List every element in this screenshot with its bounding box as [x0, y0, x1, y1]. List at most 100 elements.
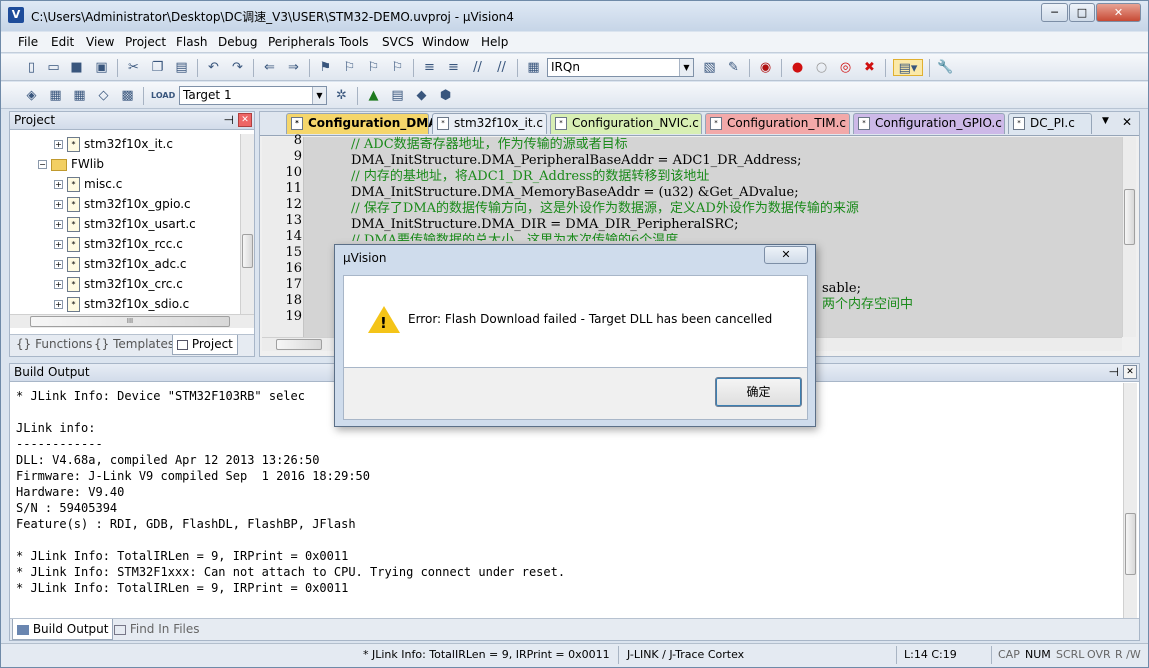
breakpoint-disable-icon[interactable]: ○ [813, 59, 830, 76]
pin-icon[interactable]: ⊣ [1109, 364, 1119, 381]
debug-start-icon[interactable]: ◉ [757, 59, 774, 76]
tab-project[interactable]: Project [172, 335, 238, 355]
menu-window[interactable]: Window [422, 35, 469, 49]
expand-icon[interactable]: + [54, 220, 63, 229]
unindent-icon[interactable]: ≡ [445, 59, 462, 76]
pin-icon[interactable]: ⊣ [224, 112, 234, 129]
menu-view[interactable]: View [86, 35, 114, 49]
bookmark-clear-icon[interactable]: ⚐ [389, 59, 406, 76]
save-all-icon[interactable]: ▣ [93, 59, 110, 76]
redo-icon[interactable]: ↷ [229, 59, 246, 76]
batch-build-icon[interactable]: ◇ [95, 87, 112, 104]
editor-vscrollbar[interactable] [1122, 137, 1136, 337]
ok-button[interactable]: 确定 [715, 377, 802, 407]
panel-close-icon[interactable]: ✕ [1123, 365, 1137, 379]
tree-item[interactable]: + * stm32f10x_it.c [54, 134, 173, 154]
target-options-icon[interactable]: ✲ [333, 87, 350, 104]
scroll-thumb[interactable]: III [30, 316, 230, 327]
pack-installer-icon[interactable]: ◆ [413, 87, 430, 104]
tab-find-in-files[interactable]: Find In Files [110, 619, 204, 640]
tree-item[interactable]: + * stm32f10x_crc.c [54, 274, 183, 294]
menu-peripherals[interactable]: Peripherals [268, 35, 335, 49]
find-in-files-icon[interactable]: ▦ [525, 59, 542, 76]
undo-icon[interactable]: ↶ [205, 59, 222, 76]
tab-functions[interactable]: {} Functions [12, 335, 96, 355]
tab-templates[interactable]: {} Templates [90, 335, 178, 355]
tree-item[interactable]: + * misc.c [54, 174, 122, 194]
dialog-close-button[interactable]: ✕ [764, 246, 808, 264]
panel-close-icon[interactable]: ✕ [238, 113, 252, 127]
expand-icon[interactable]: + [54, 240, 63, 249]
menu-help[interactable]: Help [481, 35, 508, 49]
breakpoint-icon[interactable]: ● [789, 59, 806, 76]
tab-configuration-nvic[interactable]: * Configuration_NVIC.c [550, 113, 702, 134]
bookmark-icon[interactable]: ⚑ [317, 59, 334, 76]
manage-rte-icon[interactable]: ⬢ [437, 87, 454, 104]
collapse-icon[interactable]: − [38, 160, 47, 169]
open-folder-icon[interactable]: ▭ [45, 59, 62, 76]
tab-configuration-gpio[interactable]: * Configuration_GPIO.c [853, 113, 1005, 134]
tab-dc-pi[interactable]: * DC_PI.c [1008, 113, 1092, 134]
tree-folder[interactable]: − FWlib [38, 154, 104, 174]
tab-build-output[interactable]: Build Output [12, 619, 114, 640]
nav-back-icon[interactable]: ⇐ [261, 59, 278, 76]
build-icon[interactable]: ▦ [47, 87, 64, 104]
cut-icon[interactable]: ✂ [125, 59, 142, 76]
project-hscrollbar[interactable]: III [10, 314, 254, 328]
target-combo[interactable]: Target 1 ▼ [179, 86, 327, 105]
scroll-thumb[interactable] [242, 234, 253, 268]
incremental-find-icon[interactable]: ✎ [725, 59, 742, 76]
download-icon[interactable]: LOAD [151, 87, 175, 104]
translate-icon[interactable]: ◈ [23, 87, 40, 104]
tree-item[interactable]: + * stm32f10x_adc.c [54, 254, 187, 274]
menu-svcs[interactable]: SVCS [382, 35, 414, 49]
indent-icon[interactable]: ≡ [421, 59, 438, 76]
expand-icon[interactable]: + [54, 140, 63, 149]
find-combo[interactable]: IRQn ▼ [547, 58, 694, 77]
tree-item[interactable]: + * stm32f10x_usart.c [54, 214, 196, 234]
comment-icon[interactable]: // [469, 59, 486, 76]
find-icon[interactable]: ▧ [701, 59, 718, 76]
scroll-thumb[interactable] [1125, 513, 1136, 575]
scroll-thumb[interactable] [276, 339, 322, 350]
tab-configuration-dma[interactable]: * Configuration_DMA.c [286, 113, 449, 134]
expand-icon[interactable]: + [54, 180, 63, 189]
configure-icon[interactable]: 🔧 [937, 59, 954, 76]
rebuild-icon[interactable]: ▦ [71, 87, 88, 104]
paste-icon[interactable]: ▤ [173, 59, 190, 76]
new-file-icon[interactable]: ▯ [23, 59, 40, 76]
copy-icon[interactable]: ❐ [149, 59, 166, 76]
scroll-thumb[interactable] [1124, 189, 1135, 245]
build-vscrollbar[interactable] [1123, 383, 1137, 618]
tab-close-icon[interactable]: ✕ [1122, 115, 1132, 129]
breakpoint-kill-all-icon[interactable]: ✖ [861, 59, 878, 76]
expand-icon[interactable]: + [54, 300, 63, 309]
menu-edit[interactable]: Edit [51, 35, 74, 49]
menu-project[interactable]: Project [125, 35, 166, 49]
save-icon[interactable]: ■ [68, 59, 85, 76]
expand-icon[interactable]: + [54, 280, 63, 289]
uncomment-icon[interactable]: // [493, 59, 510, 76]
chevron-down-icon[interactable]: ▼ [312, 87, 326, 104]
tab-configuration-tim[interactable]: * Configuration_TIM.c [705, 113, 850, 134]
close-button[interactable]: ✕ [1096, 3, 1141, 22]
expand-icon[interactable]: + [54, 200, 63, 209]
menu-debug[interactable]: Debug [218, 35, 257, 49]
tree-item[interactable]: + * stm32f10x_sdio.c [54, 294, 189, 314]
nav-forward-icon[interactable]: ⇒ [285, 59, 302, 76]
tab-stm32f10x-it[interactable]: * stm32f10x_it.c [432, 113, 547, 134]
stop-build-icon[interactable]: ▩ [119, 87, 136, 104]
menu-tools[interactable]: Tools [339, 35, 369, 49]
chevron-down-icon[interactable]: ▼ [679, 59, 693, 76]
minimize-button[interactable]: ─ [1041, 3, 1068, 22]
breakpoint-disable-all-icon[interactable]: ◎ [837, 59, 854, 76]
bookmark-prev-icon[interactable]: ⚐ [341, 59, 358, 76]
tree-item[interactable]: + * stm32f10x_gpio.c [54, 194, 191, 214]
manage-components-icon[interactable]: ▲ [365, 87, 382, 104]
window-layout-icon[interactable]: ▤▾ [893, 59, 923, 76]
tree-item[interactable]: + * stm32f10x_rcc.c [54, 234, 183, 254]
select-pack-icon[interactable]: ▤ [389, 87, 406, 104]
maximize-button[interactable]: □ [1069, 3, 1095, 22]
menu-file[interactable]: File [18, 35, 38, 49]
tab-menu-icon[interactable]: ▼ [1102, 116, 1109, 126]
